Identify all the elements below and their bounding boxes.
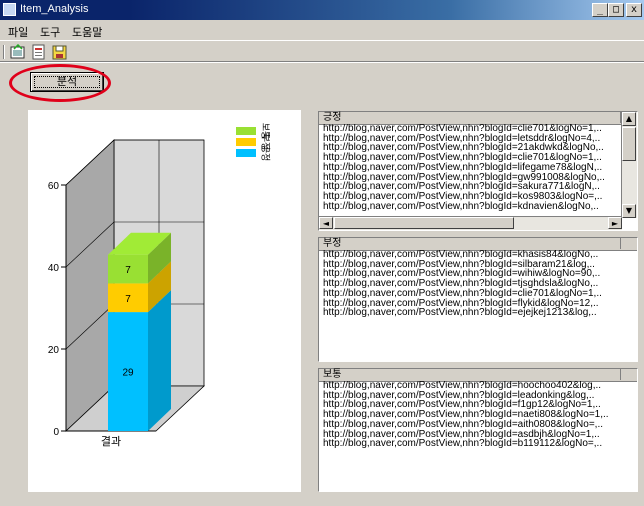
chart-panel: 0 20 40 60 결과 29 7 7 보통 부정 긍정	[28, 110, 301, 492]
negative-list[interactable]: 부정 http://blog,naver,com/PostView,nhn?bl…	[318, 237, 638, 362]
y-tick-label: 0	[53, 427, 59, 438]
positive-vscrollbar[interactable]: ▲ ▼	[621, 112, 637, 218]
menu-file[interactable]: 파일	[8, 24, 28, 40]
title-bar[interactable]: Item_Analysis _ □ x	[0, 0, 644, 20]
legend-swatch	[236, 127, 256, 135]
chart-left-wall	[65, 139, 115, 432]
menu-help[interactable]: 도움말	[72, 24, 102, 40]
close-button[interactable]: x	[626, 3, 642, 17]
maximize-button[interactable]: □	[608, 3, 624, 17]
legend-swatch	[236, 149, 256, 157]
list-item[interactable]: http://blog,naver,com/PostView,nhn?blogI…	[323, 439, 633, 449]
positive-hscrollbar[interactable]: ◄ ►	[319, 216, 622, 230]
positive-list[interactable]: 긍정 http://blog,naver,com/PostView,nhn?bl…	[318, 111, 638, 231]
scroll-thumb[interactable]	[622, 127, 636, 161]
neutral-list[interactable]: 보통 http://blog,naver,com/PostView,nhn?bl…	[318, 368, 638, 492]
toolbar-grip	[3, 45, 5, 59]
legend-swatch	[236, 138, 256, 146]
stacked-bar-chart: 0204060결과2977보통부정긍정	[48, 123, 271, 448]
scroll-down-icon[interactable]: ▼	[622, 204, 636, 218]
data-label: 7	[125, 265, 131, 276]
negative-header-label: 부정	[323, 238, 342, 249]
toolbar	[0, 40, 644, 62]
scroll-right-icon[interactable]: ►	[608, 217, 622, 229]
positive-header-label: 긍정	[323, 112, 342, 123]
export-icon[interactable]	[52, 44, 68, 60]
open-icon[interactable]	[10, 43, 26, 60]
list-item[interactable]: http://blog,naver,com/PostView,nhn?blogI…	[323, 201, 621, 212]
y-tick-label: 60	[48, 181, 60, 192]
x-tick-label: 결과	[101, 435, 121, 448]
legend-label: 긍정	[260, 145, 271, 162]
window-title: Item_Analysis	[20, 3, 89, 15]
app-icon[interactable]	[3, 3, 16, 16]
y-tick-label: 40	[48, 263, 60, 274]
negative-list-rows: http://blog,naver,com/PostView,nhn?blogI…	[323, 250, 633, 360]
analyze-button-label: 분석	[56, 75, 78, 88]
minimize-button[interactable]: _	[592, 3, 608, 17]
y-tick-label: 20	[48, 345, 60, 356]
data-label: 7	[125, 294, 131, 305]
menu-tools[interactable]: 도구	[40, 24, 60, 40]
neutral-list-rows: http://blog,naver,com/PostView,nhn?blogI…	[323, 381, 633, 491]
positive-list-rows: http://blog,naver,com/PostView,nhn?blogI…	[323, 124, 621, 218]
analyze-button[interactable]: 분석	[30, 72, 104, 92]
neutral-header-label: 보통	[323, 369, 342, 380]
list-item[interactable]: http://blog,naver,com/PostView,nhn?blogI…	[323, 308, 633, 318]
scroll-up-icon[interactable]: ▲	[622, 112, 636, 126]
save-icon[interactable]	[31, 44, 47, 60]
status-strip	[0, 496, 644, 506]
scroll-left-icon[interactable]: ◄	[319, 217, 333, 229]
bar-segment-side	[148, 290, 171, 431]
data-label: 29	[122, 368, 134, 379]
separator	[0, 62, 644, 63]
menu-bar: 파일 도구 도움말	[0, 20, 644, 40]
hscroll-thumb[interactable]	[334, 217, 514, 229]
